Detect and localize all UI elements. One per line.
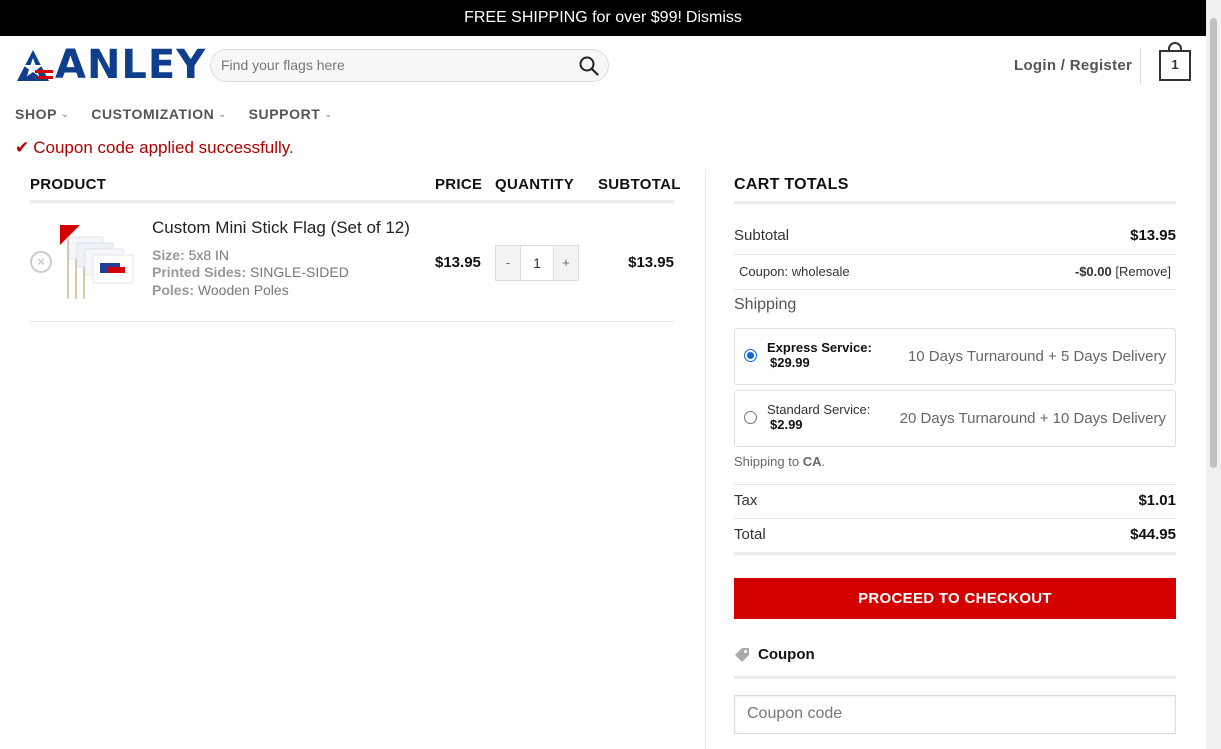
shipping-option-name: Express Service: $29.99 <box>767 340 872 370</box>
main-nav: SHOP ⌄ CUSTOMIZATION ⌄ SUPPORT ⌄ <box>15 106 355 122</box>
shipping-price: $2.99 <box>770 417 803 432</box>
coupon-label: Coupon: wholesale <box>739 264 850 279</box>
product-poles: Poles: Wooden Poles <box>152 282 289 298</box>
row-divider <box>734 289 1176 290</box>
cart-button[interactable]: 1 <box>1159 42 1191 81</box>
tag-icon <box>735 647 749 662</box>
shipping-name: Standard Service: <box>767 402 871 417</box>
column-divider <box>705 170 706 749</box>
banner-text: FREE SHIPPING for over $99! <box>464 9 682 26</box>
shipping-option-express[interactable]: Express Service: $29.99 10 Days Turnaroun… <box>734 328 1176 385</box>
column-header-quantity: QUANTITY <box>495 176 575 193</box>
remove-item-button[interactable]: × <box>30 251 52 273</box>
search-icon[interactable] <box>579 56 599 76</box>
coupon-field[interactable] <box>734 695 1176 734</box>
heading-divider <box>734 201 1176 204</box>
quantity-decrease-button[interactable]: - <box>496 246 520 280</box>
meta-value: SINGLE-SIDED <box>250 264 349 280</box>
product-thumbnail[interactable] <box>60 225 136 301</box>
product-name-link[interactable]: Custom Mini Stick Flag (Set of 12) <box>152 218 410 238</box>
coupon-value: -$0.00 <box>1074 264 1112 279</box>
nav-item-customization[interactable]: CUSTOMIZATION ⌄ <box>91 106 226 122</box>
shipping-name: Express Service: <box>767 340 872 355</box>
shipping-to-prefix: Shipping to <box>734 454 800 469</box>
proceed-to-checkout-button[interactable]: PROCEED TO CHECKOUT <box>734 578 1176 619</box>
nav-item-support[interactable]: SUPPORT ⌄ <box>249 106 333 122</box>
tax-label: Tax <box>734 492 758 509</box>
item-subtotal: $13.95 <box>628 254 674 271</box>
coupon-code-input[interactable] <box>747 705 1147 723</box>
chevron-down-icon: ⌄ <box>324 108 333 119</box>
column-header-product: PRODUCT <box>30 176 107 193</box>
cart-count: 1 <box>1171 57 1179 72</box>
quantity-stepper: - 1 + <box>495 245 579 281</box>
shipping-label: Shipping <box>734 296 797 313</box>
quantity-increase-button[interactable]: + <box>554 246 578 280</box>
tax-value: $1.01 <box>1138 492 1176 509</box>
notice-text: Coupon code applied successfully. <box>33 138 294 157</box>
shipping-to-region: CA <box>802 454 822 469</box>
chevron-down-icon: ⌄ <box>61 108 70 119</box>
shipping-price: $29.99 <box>770 355 810 370</box>
chevron-down-icon: ⌄ <box>218 108 227 119</box>
coupon-success-notice: ✔ Coupon code applied successfully. <box>15 138 294 158</box>
coupon-amount: -$0.00 [Remove] <box>1075 264 1171 279</box>
total-value: $44.95 <box>1130 526 1176 543</box>
cart-totals-heading: CART TOTALS <box>734 176 849 193</box>
search-input[interactable] <box>221 57 561 73</box>
header-divider <box>30 200 674 203</box>
star-flag-icon <box>17 49 53 81</box>
shipping-destination: Shipping to CA. <box>734 454 826 469</box>
shipping-option-name: Standard Service: $2.99 <box>767 402 870 432</box>
scrollbar-thumb[interactable] <box>1210 18 1217 468</box>
dismiss-link[interactable]: Dismiss <box>686 9 742 27</box>
shipping-option-standard[interactable]: Standard Service: $2.99 20 Days Turnaroun… <box>734 390 1176 447</box>
meta-value: Wooden Poles <box>197 282 289 298</box>
row-divider <box>734 518 1176 519</box>
shipping-description: 10 Days Turnaround + 5 Days Delivery <box>907 348 1166 365</box>
login-register-link[interactable]: Login / Register <box>1014 57 1132 74</box>
nav-label: CUSTOMIZATION <box>91 106 215 122</box>
search-bar[interactable] <box>210 49 609 82</box>
item-price: $13.95 <box>435 254 481 271</box>
row-divider <box>734 484 1176 485</box>
shipping-radio-express[interactable] <box>744 349 757 362</box>
coupon-heading: Coupon <box>734 646 815 663</box>
column-header-subtotal: SUBTOTAL <box>598 176 681 193</box>
coupon-divider <box>734 676 1176 679</box>
header-divider <box>1140 48 1141 84</box>
checkmark-icon: ✔ <box>15 138 30 157</box>
row-divider <box>734 254 1176 255</box>
column-header-price: PRICE <box>435 176 483 193</box>
coupon-heading-text: Coupon <box>758 646 815 663</box>
logo-text: ANLEY <box>55 42 207 88</box>
row-divider <box>30 321 674 322</box>
meta-value: 5x8 IN <box>188 247 230 263</box>
quantity-input[interactable]: 1 <box>520 246 554 280</box>
meta-label: Printed Sides: <box>152 264 247 280</box>
remove-coupon-link[interactable]: [Remove] <box>1115 264 1171 279</box>
subtotal-label: Subtotal <box>734 227 790 244</box>
meta-label: Poles: <box>152 282 195 298</box>
nav-item-shop[interactable]: SHOP ⌄ <box>15 106 69 122</box>
site-logo[interactable]: ANLEY <box>15 42 207 88</box>
free-shipping-banner: FREE SHIPPING for over $99! Dismiss <box>0 0 1206 36</box>
total-label: Total <box>734 526 766 543</box>
page-scrollbar[interactable] <box>1206 0 1221 749</box>
nav-label: SUPPORT <box>248 106 321 122</box>
shipping-radio-standard[interactable] <box>744 411 757 424</box>
total-divider <box>734 552 1176 555</box>
shipping-description: 20 Days Turnaround + 10 Days Delivery <box>899 410 1166 427</box>
nav-label: SHOP <box>15 106 58 122</box>
product-size: Size: 5x8 IN <box>152 247 229 263</box>
meta-label: Size: <box>152 247 185 263</box>
product-printed-sides: Printed Sides: SINGLE-SIDED <box>152 264 349 280</box>
subtotal-value: $13.95 <box>1130 227 1176 244</box>
